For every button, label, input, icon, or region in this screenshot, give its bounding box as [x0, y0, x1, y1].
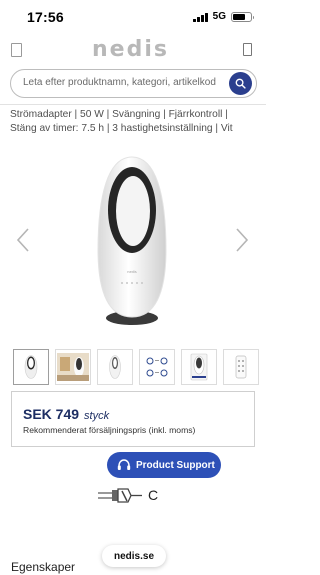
section-heading: Egenskaper	[11, 560, 76, 574]
bladeless-fan-image: nedis	[97, 156, 167, 325]
header-divider	[0, 104, 266, 105]
price-line: SEK 749 styck	[23, 406, 109, 422]
price-note: Rekommenderat försäljningspris (inkl. mo…	[23, 425, 196, 435]
product-support-button[interactable]: Product Support	[107, 452, 221, 478]
network-type: 5G	[212, 11, 226, 22]
price-box: SEK 749 styck Rekommenderat försäljnings…	[11, 391, 255, 447]
chevron-right-icon[interactable]	[235, 227, 249, 253]
fan-side-thumbnail[interactable]	[97, 349, 133, 385]
power-plug-icon	[98, 488, 142, 503]
cellular-signal-icon	[192, 12, 208, 22]
status-time: 17:56	[27, 9, 64, 25]
price-unit: styck	[84, 410, 110, 422]
battery-level	[233, 13, 245, 20]
chevron-left-icon[interactable]	[16, 227, 30, 253]
nedis-logo[interactable]: nedis	[92, 37, 169, 62]
feature-icons-thumbnail[interactable]	[139, 349, 175, 385]
cart-icon[interactable]	[243, 43, 252, 56]
remote-control-thumbnail[interactable]	[223, 349, 259, 385]
search-bar	[10, 69, 257, 98]
product-description-line-1: Strömadapter | 50 W | Svängning | Fjärrk…	[10, 109, 228, 120]
thumbnail-strip	[13, 349, 259, 385]
price-amount: SEK 749	[23, 406, 80, 422]
fan-packaging-thumbnail[interactable]	[181, 349, 217, 385]
product-description-line-2: Stäng av timer: 7.5 h | 3 hastighetsinst…	[10, 123, 233, 134]
menu-icon[interactable]	[11, 43, 22, 57]
lifestyle-photo-thumbnail[interactable]	[55, 349, 91, 385]
headset-icon	[117, 459, 131, 470]
search-input[interactable]	[23, 77, 228, 88]
energy-class-label: C	[148, 487, 159, 503]
status-indicators: 5G	[192, 11, 254, 22]
status-bar: 17:56 5G	[0, 0, 266, 34]
battery-icon	[231, 11, 254, 22]
fan-front-thumbnail[interactable]	[13, 349, 49, 385]
product-support-label: Product Support	[136, 459, 215, 471]
energy-class: C	[98, 486, 162, 506]
search-button[interactable]	[229, 72, 252, 95]
site-header: nedis	[0, 34, 266, 68]
search-icon	[235, 78, 246, 89]
url-pill[interactable]: nedis.se	[102, 545, 166, 567]
svg-text:nedis: nedis	[127, 270, 137, 274]
product-description: Strömadapter | 50 W | Svängning | Fjärrk…	[10, 108, 266, 136]
